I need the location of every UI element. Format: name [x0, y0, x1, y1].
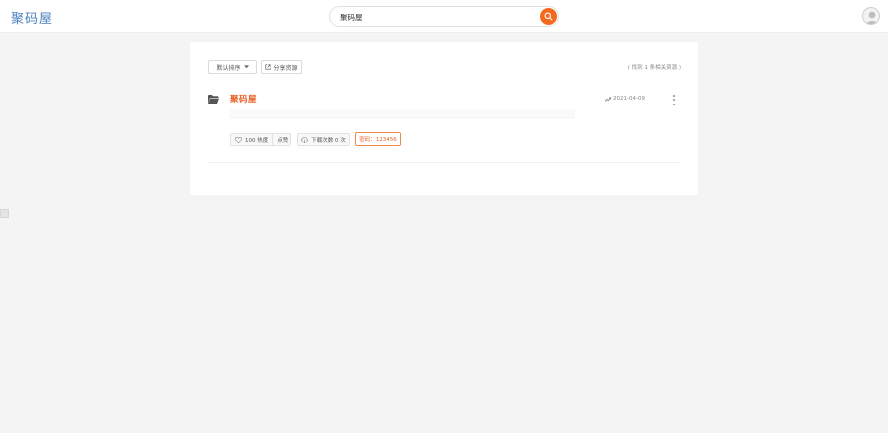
search-button[interactable]	[540, 8, 557, 25]
like-button[interactable]: 点赞	[272, 134, 292, 145]
result-date: 2021-04-09	[605, 96, 645, 102]
result-title-link[interactable]: 聚码屋	[230, 93, 257, 105]
more-options-icon[interactable]	[672, 95, 676, 105]
top-header: 聚码屋	[0, 0, 888, 33]
trend-icon	[605, 96, 611, 102]
share-resource-button[interactable]: 分享资源	[261, 60, 302, 74]
hot-count-text: 100 热度	[245, 137, 269, 144]
like-button-label: 点赞	[277, 137, 289, 144]
cloud-download-icon	[301, 136, 309, 143]
user-avatar[interactable]	[862, 7, 880, 25]
password-badge[interactable]: 密码：123456	[355, 132, 401, 146]
result-date-text: 2021-04-09	[613, 96, 645, 102]
result-count: ( 找到 1 条相关资源 )	[627, 65, 681, 71]
download-count-text: 下载次数 0 次	[311, 137, 346, 144]
side-float-tab[interactable]	[0, 209, 9, 218]
site-logo[interactable]: 聚码屋	[11, 8, 53, 27]
search-icon	[544, 12, 553, 21]
download-count: 下载次数 0 次	[297, 133, 350, 146]
hot-count: 100 热度	[231, 134, 272, 145]
results-card: 默认排序 分享资源 ( 找到 1 条相关资源 ) 聚码屋 2021-04-09	[190, 42, 698, 195]
search-bar	[329, 6, 559, 27]
caret-down-icon	[243, 65, 249, 69]
sort-dropdown[interactable]: 默认排序	[208, 60, 257, 74]
search-input[interactable]	[340, 10, 530, 24]
result-divider	[208, 162, 680, 163]
like-group: 100 热度 点赞	[230, 133, 291, 146]
folder-icon	[208, 95, 219, 104]
share-label: 分享资源	[273, 64, 298, 72]
sort-label: 默认排序	[216, 64, 241, 72]
share-icon	[265, 64, 272, 70]
heart-icon	[235, 136, 242, 143]
result-description	[230, 109, 575, 118]
user-icon	[865, 11, 879, 24]
